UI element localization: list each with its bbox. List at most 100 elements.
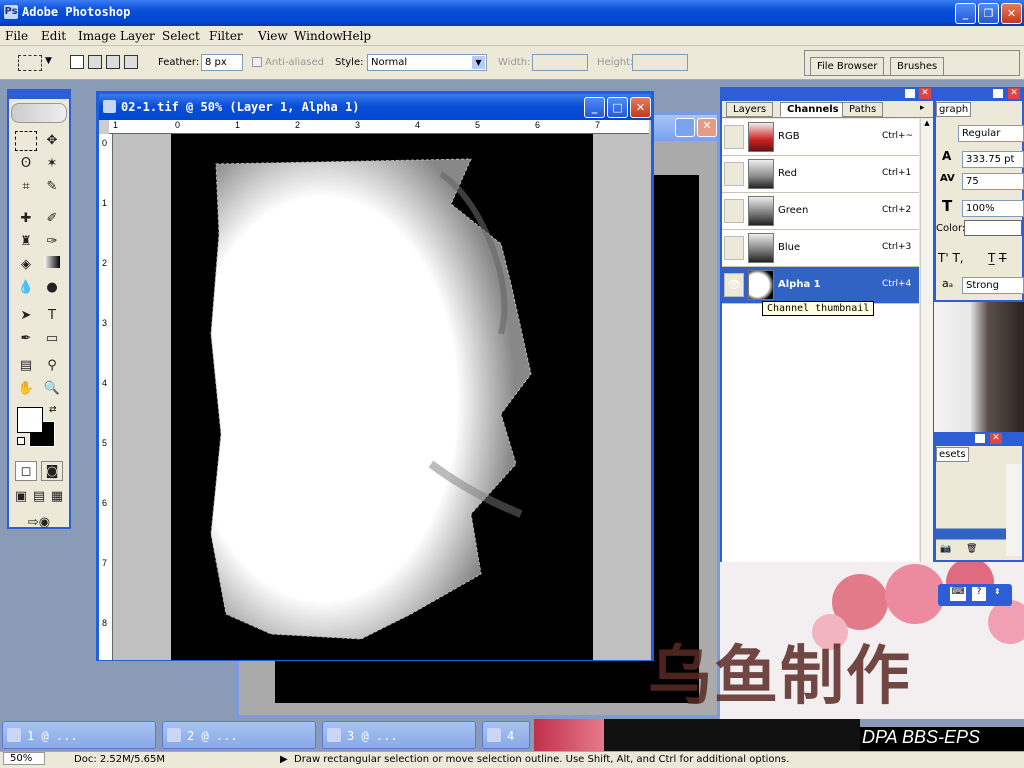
gradient-tool-icon[interactable] xyxy=(41,255,63,275)
blur-tool-icon[interactable]: 💧 xyxy=(15,278,37,298)
eyedropper-tool-icon[interactable]: ⚲ xyxy=(41,356,63,376)
channel-thumbnail[interactable] xyxy=(748,233,774,263)
clone-stamp-tool-icon[interactable]: ♜ xyxy=(15,232,37,252)
minimized-doc-1[interactable]: 1 @ ... xyxy=(2,721,156,749)
menu-filter[interactable]: Filter xyxy=(209,29,243,43)
document-minimize-button[interactable]: _ xyxy=(584,97,605,118)
feather-input[interactable]: 8 px xyxy=(201,54,243,71)
healing-brush-tool-icon[interactable]: ✚ xyxy=(15,209,37,229)
menu-file[interactable]: File xyxy=(5,29,28,43)
pen-tool-icon[interactable]: ✒ xyxy=(15,329,37,349)
slice-tool-icon[interactable]: ✎ xyxy=(41,177,63,197)
rectangle-tool-icon[interactable]: ▭ xyxy=(41,329,63,349)
minimized-doc-3[interactable]: 3 @ ... xyxy=(322,721,476,749)
add-selection-icon[interactable] xyxy=(88,55,102,69)
channel-row-red[interactable]: Red Ctrl+1 xyxy=(722,156,919,193)
magic-wand-tool-icon[interactable]: ✶ xyxy=(41,154,63,174)
standard-screen-mode-icon[interactable]: ▣ xyxy=(13,487,29,507)
visibility-toggle[interactable] xyxy=(724,199,744,223)
horizontal-ruler[interactable]: 1 0 1 2 3 4 5 6 7 xyxy=(109,120,649,134)
brush-tool-icon[interactable]: ✐ xyxy=(41,209,63,229)
width-input[interactable] xyxy=(532,54,588,71)
new-selection-icon[interactable] xyxy=(70,55,84,69)
adobe-online-eye-icon[interactable] xyxy=(11,103,67,123)
menu-layer[interactable]: Layer xyxy=(120,29,155,43)
palette-minimize-button[interactable] xyxy=(974,433,986,444)
doc-size-info[interactable]: Doc: 2.52M/5.65M xyxy=(74,754,165,765)
tab-presets[interactable]: esets xyxy=(936,447,969,462)
tab-file-browser[interactable]: File Browser xyxy=(810,57,885,76)
menu-select[interactable]: Select xyxy=(162,29,200,43)
zoom-field[interactable]: 50% xyxy=(3,752,45,765)
camera-icon[interactable]: 📷 xyxy=(940,544,951,554)
leading-input[interactable]: 333.75 pt xyxy=(962,151,1024,168)
tab-paths[interactable]: Paths xyxy=(842,102,884,117)
standard-mode-icon[interactable]: ◻ xyxy=(15,461,37,481)
scale-input[interactable]: 100% xyxy=(962,200,1024,217)
swap-colors-icon[interactable]: ⇄ xyxy=(49,405,57,415)
channel-row-green[interactable]: Green Ctrl+2 xyxy=(722,193,919,230)
palette-close-button[interactable]: ✕ xyxy=(1008,88,1020,99)
minimized-doc-4[interactable]: 4 xyxy=(482,721,530,749)
document-close-button[interactable]: ✕ xyxy=(630,97,651,118)
spin-arrows-icon[interactable]: ⬍ xyxy=(994,587,1001,596)
palette-minimize-button[interactable] xyxy=(904,88,916,99)
crop-tool-icon[interactable]: ⌗ xyxy=(15,177,37,197)
keyboard-icon[interactable]: ⌨ xyxy=(950,587,966,601)
chevron-down-icon[interactable]: ▼ xyxy=(45,56,52,66)
menu-image[interactable]: Image xyxy=(78,29,116,43)
jump-to-imageready-icon[interactable]: ⇨◉ xyxy=(15,513,63,533)
style-select[interactable]: Normal ▼ xyxy=(367,54,487,71)
tracking-input[interactable]: 75 xyxy=(962,173,1024,190)
subtract-selection-icon[interactable] xyxy=(106,55,120,69)
palette-minimize-button[interactable] xyxy=(992,88,1004,99)
help-icon[interactable]: ? xyxy=(972,587,986,601)
hand-tool-icon[interactable]: ✋ xyxy=(15,379,37,399)
channel-thumbnail[interactable] xyxy=(748,159,774,189)
notes-tool-icon[interactable]: ▤ xyxy=(15,356,37,376)
channel-list-scrollbar[interactable]: ▲ ▼ xyxy=(920,119,933,579)
menu-edit[interactable]: Edit xyxy=(41,29,66,43)
history-brush-tool-icon[interactable]: ✑ xyxy=(41,232,63,252)
dodge-tool-icon[interactable]: ● xyxy=(41,278,63,298)
full-screen-menu-mode-icon[interactable]: ▤ xyxy=(31,487,47,507)
superscript-icons[interactable]: T' T, xyxy=(938,251,964,265)
restore-button[interactable] xyxy=(675,118,695,137)
foreground-color-swatch[interactable] xyxy=(17,407,43,433)
channel-row-alpha-1[interactable]: 👁 Alpha 1 Ctrl+4 xyxy=(722,267,919,304)
text-color-swatch[interactable] xyxy=(964,220,1022,236)
document-titlebar[interactable]: 02-1.tif @ 50% (Layer 1, Alpha 1) _ □ ✕ xyxy=(99,94,651,120)
tab-layers[interactable]: Layers xyxy=(726,102,774,117)
antialiased-checkbox[interactable] xyxy=(252,57,262,67)
tab-channels[interactable]: Channels xyxy=(780,102,846,117)
antialias-select[interactable]: Strong xyxy=(962,277,1024,294)
lasso-tool-icon[interactable]: ʘ xyxy=(15,154,37,174)
tab-paragraph[interactable]: graph xyxy=(936,102,972,117)
eraser-tool-icon[interactable]: ◈ xyxy=(15,255,37,275)
channel-thumbnail[interactable] xyxy=(748,270,774,300)
marquee-tool-preset-icon[interactable] xyxy=(18,55,42,71)
path-selection-tool-icon[interactable]: ➤ xyxy=(15,306,37,326)
height-input[interactable] xyxy=(632,54,688,71)
visibility-toggle[interactable] xyxy=(724,162,744,186)
document-maximize-button[interactable]: □ xyxy=(607,97,628,118)
visibility-toggle[interactable] xyxy=(724,125,744,149)
full-screen-mode-icon[interactable]: ▦ xyxy=(49,487,65,507)
intersect-selection-icon[interactable] xyxy=(124,55,138,69)
preset-scrollbar[interactable] xyxy=(1006,464,1022,556)
default-colors-icon[interactable] xyxy=(17,437,25,445)
palette-close-button[interactable]: ✕ xyxy=(990,433,1002,444)
eye-icon[interactable]: 👁 xyxy=(724,273,744,297)
canvas-area[interactable] xyxy=(113,134,651,660)
channel-row-rgb[interactable]: RGB Ctrl+~ xyxy=(722,119,919,156)
channel-row-blue[interactable]: Blue Ctrl+3 xyxy=(722,230,919,267)
menu-help[interactable]: Help xyxy=(342,29,371,43)
tab-brushes[interactable]: Brushes xyxy=(890,57,945,76)
palette-menu-arrow-icon[interactable]: ▸ xyxy=(920,103,925,113)
font-style-select[interactable]: Regular xyxy=(958,125,1024,142)
vertical-ruler[interactable]: 0 1 2 3 4 5 6 7 8 xyxy=(99,134,113,660)
palette-close-button[interactable]: ✕ xyxy=(919,88,931,99)
rectangular-marquee-tool-icon[interactable] xyxy=(15,131,37,151)
channel-thumbnail[interactable] xyxy=(748,122,774,152)
status-arrow-icon[interactable]: ▶ xyxy=(280,754,288,765)
